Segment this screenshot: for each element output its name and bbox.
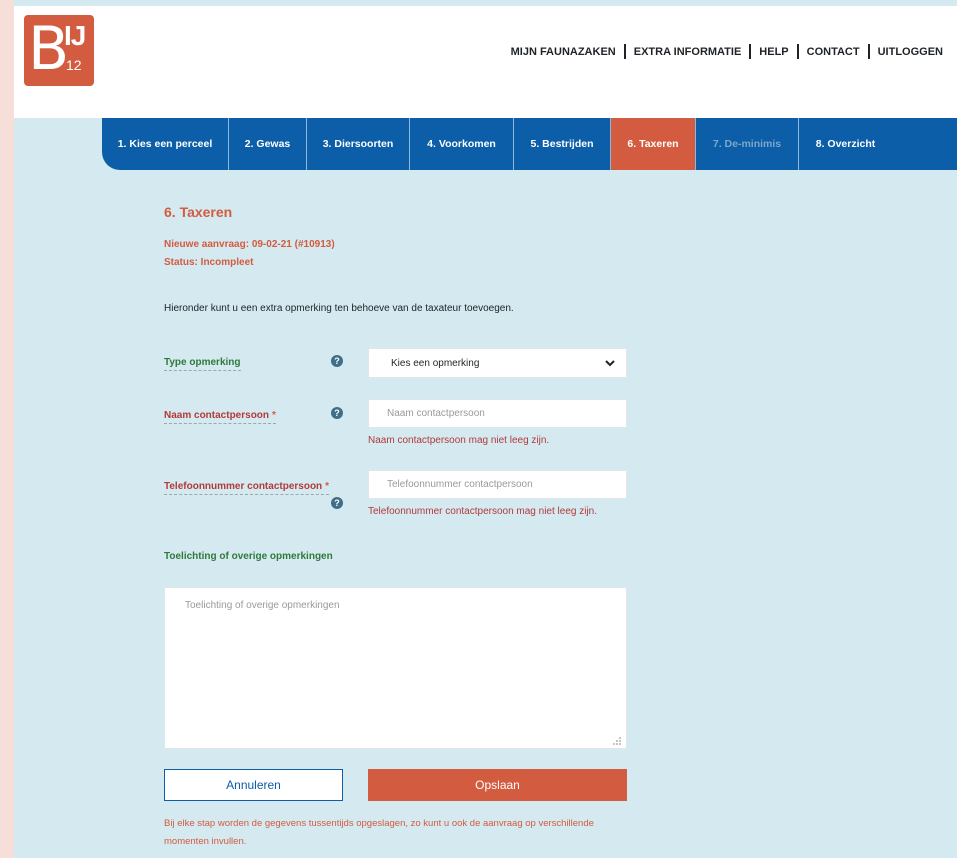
bij12-logo[interactable]: B IJ 12 bbox=[24, 15, 94, 86]
step-diersoorten[interactable]: 3. Diersoorten bbox=[307, 118, 410, 170]
step-overzicht[interactable]: 8. Overzicht bbox=[799, 118, 892, 170]
step-navigation: 1. Kies een perceel 2. Gewas 3. Diersoor… bbox=[102, 118, 957, 170]
toelichting-textarea[interactable] bbox=[164, 587, 627, 749]
type-opmerking-label: Type opmerking bbox=[164, 357, 241, 371]
naam-contactpersoon-label: Naam contactpersoon * bbox=[164, 410, 276, 424]
help-icon[interactable]: ? bbox=[331, 407, 343, 419]
nav-mijn-faunazaken[interactable]: MIJN FAUNAZAKEN bbox=[503, 46, 624, 58]
step-taxeren[interactable]: 6. Taxeren bbox=[611, 118, 696, 170]
type-opmerking-select[interactable]: Kies een opmerking bbox=[368, 348, 627, 378]
required-marker: * bbox=[272, 410, 276, 421]
telefoonnummer-label-text: Telefoonnummer contactpersoon bbox=[164, 481, 323, 492]
nav-uitloggen[interactable]: UITLOGGEN bbox=[870, 46, 951, 58]
step-voorkomen[interactable]: 4. Voorkomen bbox=[410, 118, 514, 170]
request-info: Nieuwe aanvraag: 09-02-21 (#10913) bbox=[164, 239, 335, 250]
cancel-button[interactable]: Annuleren bbox=[164, 769, 343, 801]
step-gewas[interactable]: 2. Gewas bbox=[229, 118, 307, 170]
select-value: Kies een opmerking bbox=[391, 357, 480, 369]
logo-letter-b: B bbox=[28, 14, 70, 84]
page-title: 6. Taxeren bbox=[164, 204, 233, 220]
save-button[interactable]: Opslaan bbox=[368, 769, 627, 801]
naam-contactpersoon-input[interactable] bbox=[368, 399, 627, 428]
page: B IJ 12 MIJN FAUNAZAKEN EXTRA INFORMATIE… bbox=[14, 0, 957, 858]
help-icon[interactable]: ? bbox=[331, 497, 343, 509]
help-icon[interactable]: ? bbox=[331, 355, 343, 367]
logo-letters-ij: IJ bbox=[64, 20, 86, 51]
step-kies-een-perceel[interactable]: 1. Kies een perceel bbox=[102, 118, 229, 170]
logo-number: 12 bbox=[66, 57, 82, 73]
autosave-note: Bij elke stap worden de gegevens tussent… bbox=[164, 818, 594, 847]
telefoonnummer-label: Telefoonnummer contactpersoon * bbox=[164, 481, 330, 495]
nav-contact[interactable]: CONTACT bbox=[799, 46, 868, 58]
naam-contactpersoon-error: Naam contactpersoon mag niet leeg zijn. bbox=[368, 435, 550, 446]
step-de-minimis: 7. De-minimis bbox=[696, 118, 799, 170]
top-navigation: MIJN FAUNAZAKEN EXTRA INFORMATIE HELP CO… bbox=[503, 44, 951, 59]
toelichting-label: Toelichting of overige opmerkingen bbox=[164, 551, 333, 562]
type-opmerking-label-text: Type opmerking bbox=[164, 357, 241, 368]
status-info: Status: Incompleet bbox=[164, 257, 254, 268]
chevron-down-icon bbox=[605, 360, 615, 367]
left-strip bbox=[0, 0, 14, 118]
nav-help[interactable]: HELP bbox=[751, 46, 796, 58]
telefoonnummer-input[interactable] bbox=[368, 470, 627, 499]
header: B IJ 12 MIJN FAUNAZAKEN EXTRA INFORMATIE… bbox=[14, 6, 957, 118]
telefoonnummer-error: Telefoonnummer contactpersoon mag niet l… bbox=[368, 506, 598, 517]
resize-grip-icon[interactable] bbox=[612, 736, 622, 746]
required-marker: * bbox=[325, 481, 330, 492]
naam-contactpersoon-label-text: Naam contactpersoon bbox=[164, 410, 270, 421]
intro-text: Hieronder kunt u een extra opmerking ten… bbox=[164, 303, 514, 314]
step-bestrijden[interactable]: 5. Bestrijden bbox=[514, 118, 611, 170]
nav-extra-informatie[interactable]: EXTRA INFORMATIE bbox=[626, 46, 750, 58]
